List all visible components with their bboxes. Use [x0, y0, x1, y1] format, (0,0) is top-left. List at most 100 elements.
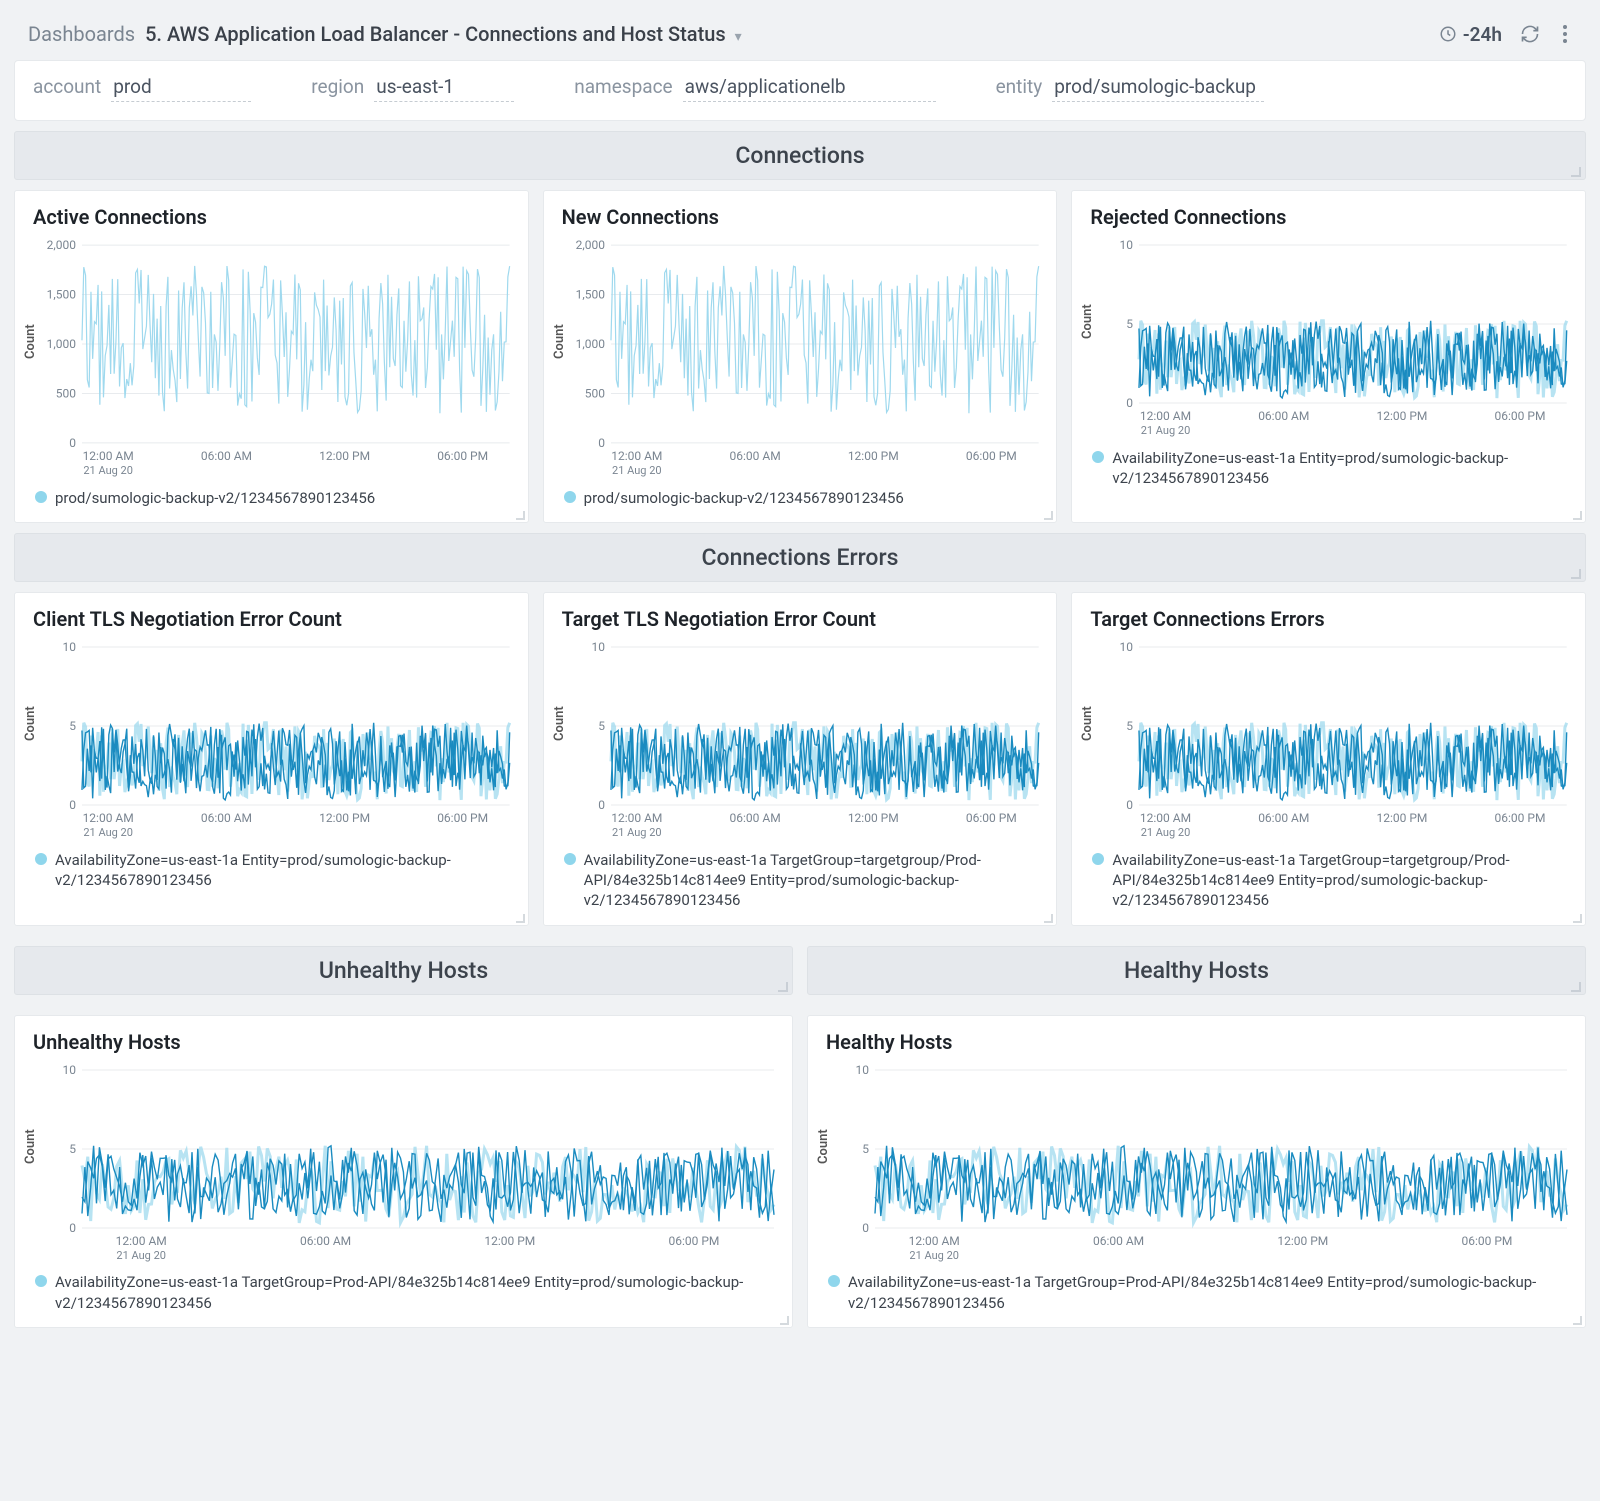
panel-title: Healthy Hosts — [814, 1030, 1579, 1062]
svg-text:0: 0 — [1127, 798, 1134, 809]
line-chart[interactable]: 0510 — [1097, 237, 1573, 407]
resize-handle-icon[interactable] — [1573, 1316, 1582, 1325]
filter-value[interactable]: prod — [111, 75, 251, 102]
section-title: Connections Errors — [702, 544, 899, 571]
legend-swatch-icon — [828, 1275, 840, 1287]
x-axis-ticks: 12:00 AM21 Aug 2006:00 AM12:00 PM06:00 P… — [1078, 407, 1579, 438]
svg-text:5: 5 — [1127, 719, 1134, 733]
y-axis-label: Count — [814, 1062, 833, 1232]
line-chart[interactable]: 0 5 10 — [1097, 639, 1573, 809]
breadcrumb[interactable]: Dashboards — [28, 22, 135, 46]
kebab-menu-icon[interactable] — [1558, 24, 1572, 44]
y-axis-label: Count — [550, 237, 569, 447]
chart-legend: AvailabilityZone=us-east-1a TargetGroup=… — [1078, 840, 1579, 915]
time-range-value: -24h — [1463, 23, 1502, 46]
svg-text:0: 0 — [598, 436, 605, 447]
svg-text:10: 10 — [1120, 238, 1134, 252]
filter-label: namespace — [574, 75, 672, 98]
y-axis-label: Count — [21, 639, 40, 809]
panel-target-tls-error: Target TLS Negotiation Error Count Count… — [543, 592, 1058, 926]
panel-title: Target Connections Errors — [1078, 607, 1579, 639]
y-axis-label: Count — [21, 237, 40, 447]
line-chart[interactable]: 0510 — [833, 1062, 1573, 1232]
legend-text: AvailabilityZone=us-east-1a Entity=prod/… — [55, 850, 510, 891]
panel-title: Active Connections — [21, 205, 522, 237]
resize-handle-icon[interactable] — [1044, 511, 1053, 520]
x-axis-ticks: 12:00 AM21 Aug 2006:00 AM12:00 PM06:00 P… — [1078, 809, 1579, 840]
filter-value[interactable]: prod/sumologic-backup — [1052, 75, 1264, 102]
filter-bar: account prod region us-east-1 namespace … — [14, 60, 1586, 121]
legend-swatch-icon — [564, 491, 576, 503]
chart-legend: AvailabilityZone=us-east-1a TargetGroup=… — [21, 1262, 786, 1317]
resize-handle-icon[interactable] — [778, 982, 788, 992]
filter-value[interactable]: us-east-1 — [374, 75, 514, 102]
filter-label: account — [33, 75, 101, 98]
svg-text:1,500: 1,500 — [47, 288, 77, 302]
resize-handle-icon[interactable] — [1573, 914, 1582, 923]
resize-handle-icon[interactable] — [1571, 167, 1581, 177]
line-chart[interactable]: 0510 — [40, 639, 516, 809]
svg-text:10: 10 — [856, 1063, 870, 1077]
legend-swatch-icon — [35, 491, 47, 503]
panel-new-connections: New Connections Count 05001,0001,5002,00… — [543, 190, 1058, 523]
filter-namespace[interactable]: namespace aws/applicationelb — [574, 75, 935, 102]
resize-handle-icon[interactable] — [780, 1316, 789, 1325]
section-header-connections: Connections — [14, 131, 1586, 180]
chart-legend: AvailabilityZone=us-east-1a TargetGroup=… — [814, 1262, 1579, 1317]
section-title: Unhealthy Hosts — [319, 957, 488, 984]
chart-legend: AvailabilityZone=us-east-1a Entity=prod/… — [1078, 438, 1579, 493]
svg-text:1,000: 1,000 — [47, 337, 77, 351]
line-chart[interactable]: 0510 — [40, 1062, 780, 1232]
filter-entity[interactable]: entity prod/sumologic-backup — [996, 75, 1264, 102]
resize-handle-icon[interactable] — [1571, 569, 1581, 579]
chart-legend: AvailabilityZone=us-east-1a Entity=prod/… — [21, 840, 522, 895]
resize-handle-icon[interactable] — [1573, 511, 1582, 520]
panel-healthy-hosts: Healthy Hosts Count 0510 12:00 AM21 Aug … — [807, 1015, 1586, 1328]
line-chart[interactable]: 05001,0001,5002,000 — [569, 237, 1045, 447]
panel-rejected-connections: Rejected Connections Count 0510 12:00 AM… — [1071, 190, 1586, 523]
legend-text: AvailabilityZone=us-east-1a TargetGroup=… — [1112, 850, 1567, 911]
chart-legend: AvailabilityZone=us-east-1a TargetGroup=… — [550, 840, 1051, 915]
chart-legend: prod/sumologic-backup-v2/123456789012345… — [21, 478, 522, 512]
panel-active-connections: Active Connections Count 05001,0001,5002… — [14, 190, 529, 523]
dashboard-title[interactable]: 5. AWS Application Load Balancer - Conne… — [145, 22, 742, 46]
svg-text:0: 0 — [1127, 396, 1134, 407]
filter-account[interactable]: account prod — [33, 75, 251, 102]
chart-legend: prod/sumologic-backup-v2/123456789012345… — [550, 478, 1051, 512]
legend-swatch-icon — [35, 853, 47, 865]
svg-text:5: 5 — [69, 719, 76, 733]
clock-icon — [1439, 25, 1457, 43]
x-axis-ticks: 12:00 AM21 Aug 2006:00 AM12:00 PM06:00 P… — [21, 809, 522, 840]
x-axis-ticks: 12:00 AM21 Aug 2006:00 AM12:00 PM06:00 P… — [21, 1232, 786, 1263]
svg-text:0: 0 — [69, 436, 76, 447]
filter-region[interactable]: region us-east-1 — [311, 75, 514, 102]
y-axis-label: Count — [550, 639, 569, 809]
line-chart[interactable]: 0510 — [569, 639, 1045, 809]
section-header-connections-errors: Connections Errors — [14, 533, 1586, 582]
panel-title: New Connections — [550, 205, 1051, 237]
resize-handle-icon[interactable] — [516, 914, 525, 923]
legend-swatch-icon — [1092, 853, 1104, 865]
svg-text:10: 10 — [1120, 640, 1134, 654]
y-axis-label: Count — [1078, 639, 1097, 809]
time-range-selector[interactable]: -24h — [1439, 23, 1502, 46]
y-axis-label: Count — [21, 1062, 40, 1232]
legend-text: prod/sumologic-backup-v2/123456789012345… — [584, 488, 904, 508]
y-axis-label: Count — [1078, 237, 1097, 407]
dashboard-title-text: 5. AWS Application Load Balancer - Conne… — [145, 22, 726, 46]
chevron-down-icon[interactable]: ▾ — [735, 29, 742, 45]
resize-handle-icon[interactable] — [1044, 914, 1053, 923]
resize-handle-icon[interactable] — [516, 511, 525, 520]
filter-value[interactable]: aws/applicationelb — [683, 75, 936, 102]
legend-text: AvailabilityZone=us-east-1a Entity=prod/… — [1112, 448, 1567, 489]
svg-text:10: 10 — [62, 640, 76, 654]
svg-text:10: 10 — [63, 1063, 77, 1077]
filter-label: region — [311, 75, 364, 98]
svg-text:500: 500 — [584, 386, 604, 400]
legend-swatch-icon — [35, 1275, 47, 1287]
refresh-icon[interactable] — [1520, 24, 1540, 44]
line-chart[interactable]: 05001,0001,5002,000 — [40, 237, 516, 447]
filter-label: entity — [996, 75, 1043, 98]
resize-handle-icon[interactable] — [1571, 982, 1581, 992]
legend-swatch-icon — [1092, 451, 1104, 463]
